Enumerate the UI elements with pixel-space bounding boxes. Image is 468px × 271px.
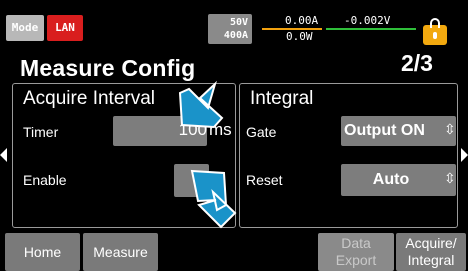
acquire-interval-panel: Acquire Interval Timer 100 ms Enable	[12, 83, 236, 228]
gate-up-down-icon: ⇳	[444, 121, 456, 137]
enable-checkbox[interactable]	[174, 164, 209, 197]
data-export-button[interactable]: Data Export	[318, 233, 394, 271]
gate-label: Gate	[246, 124, 277, 140]
timer-unit: ms	[209, 120, 232, 139]
acquire-integral-line1: Acquire/	[405, 235, 457, 251]
right-page-arrow-icon[interactable]	[461, 148, 468, 162]
gate-value: Output ON	[344, 122, 425, 139]
voltage-underline	[326, 28, 416, 30]
integral-title: Integral	[250, 88, 314, 109]
current-range: 400A	[223, 30, 248, 41]
enable-label: Enable	[23, 172, 67, 188]
integral-panel: Integral Gate Output ON ⇳ Reset Auto ⇳	[239, 83, 458, 228]
home-button[interactable]: Home	[5, 233, 80, 271]
voltage-reading: -0.002V	[344, 14, 391, 27]
reset-value: Auto	[372, 171, 410, 188]
current-reading: 0.00A	[285, 14, 319, 27]
left-page-arrow-icon[interactable]	[0, 148, 7, 162]
page-indicator: 2/3	[401, 50, 433, 76]
data-export-line1: Data	[341, 235, 371, 251]
acquire-integral-button[interactable]: Acquire/ Integral	[396, 233, 466, 271]
mode-button[interactable]: Mode	[6, 15, 44, 41]
timer-value: 100	[178, 120, 207, 139]
voltage-range: 50V	[229, 17, 248, 28]
timer-label: Timer	[23, 124, 59, 140]
acquire-interval-title: Acquire Interval	[23, 88, 156, 109]
reset-label: Reset	[246, 172, 283, 188]
measure-button[interactable]: Measure	[83, 233, 158, 271]
power-reading: 0.0W	[286, 30, 313, 43]
reset-up-down-icon: ⇳	[444, 170, 456, 186]
acquire-integral-line2: Integral	[407, 252, 455, 268]
lan-badge: LAN	[47, 15, 83, 41]
lock-icon[interactable]	[423, 18, 447, 45]
data-export-line2: Export	[335, 252, 377, 268]
page-title: Measure Config	[20, 55, 196, 81]
range-indicator: 50V 400A	[208, 14, 252, 44]
